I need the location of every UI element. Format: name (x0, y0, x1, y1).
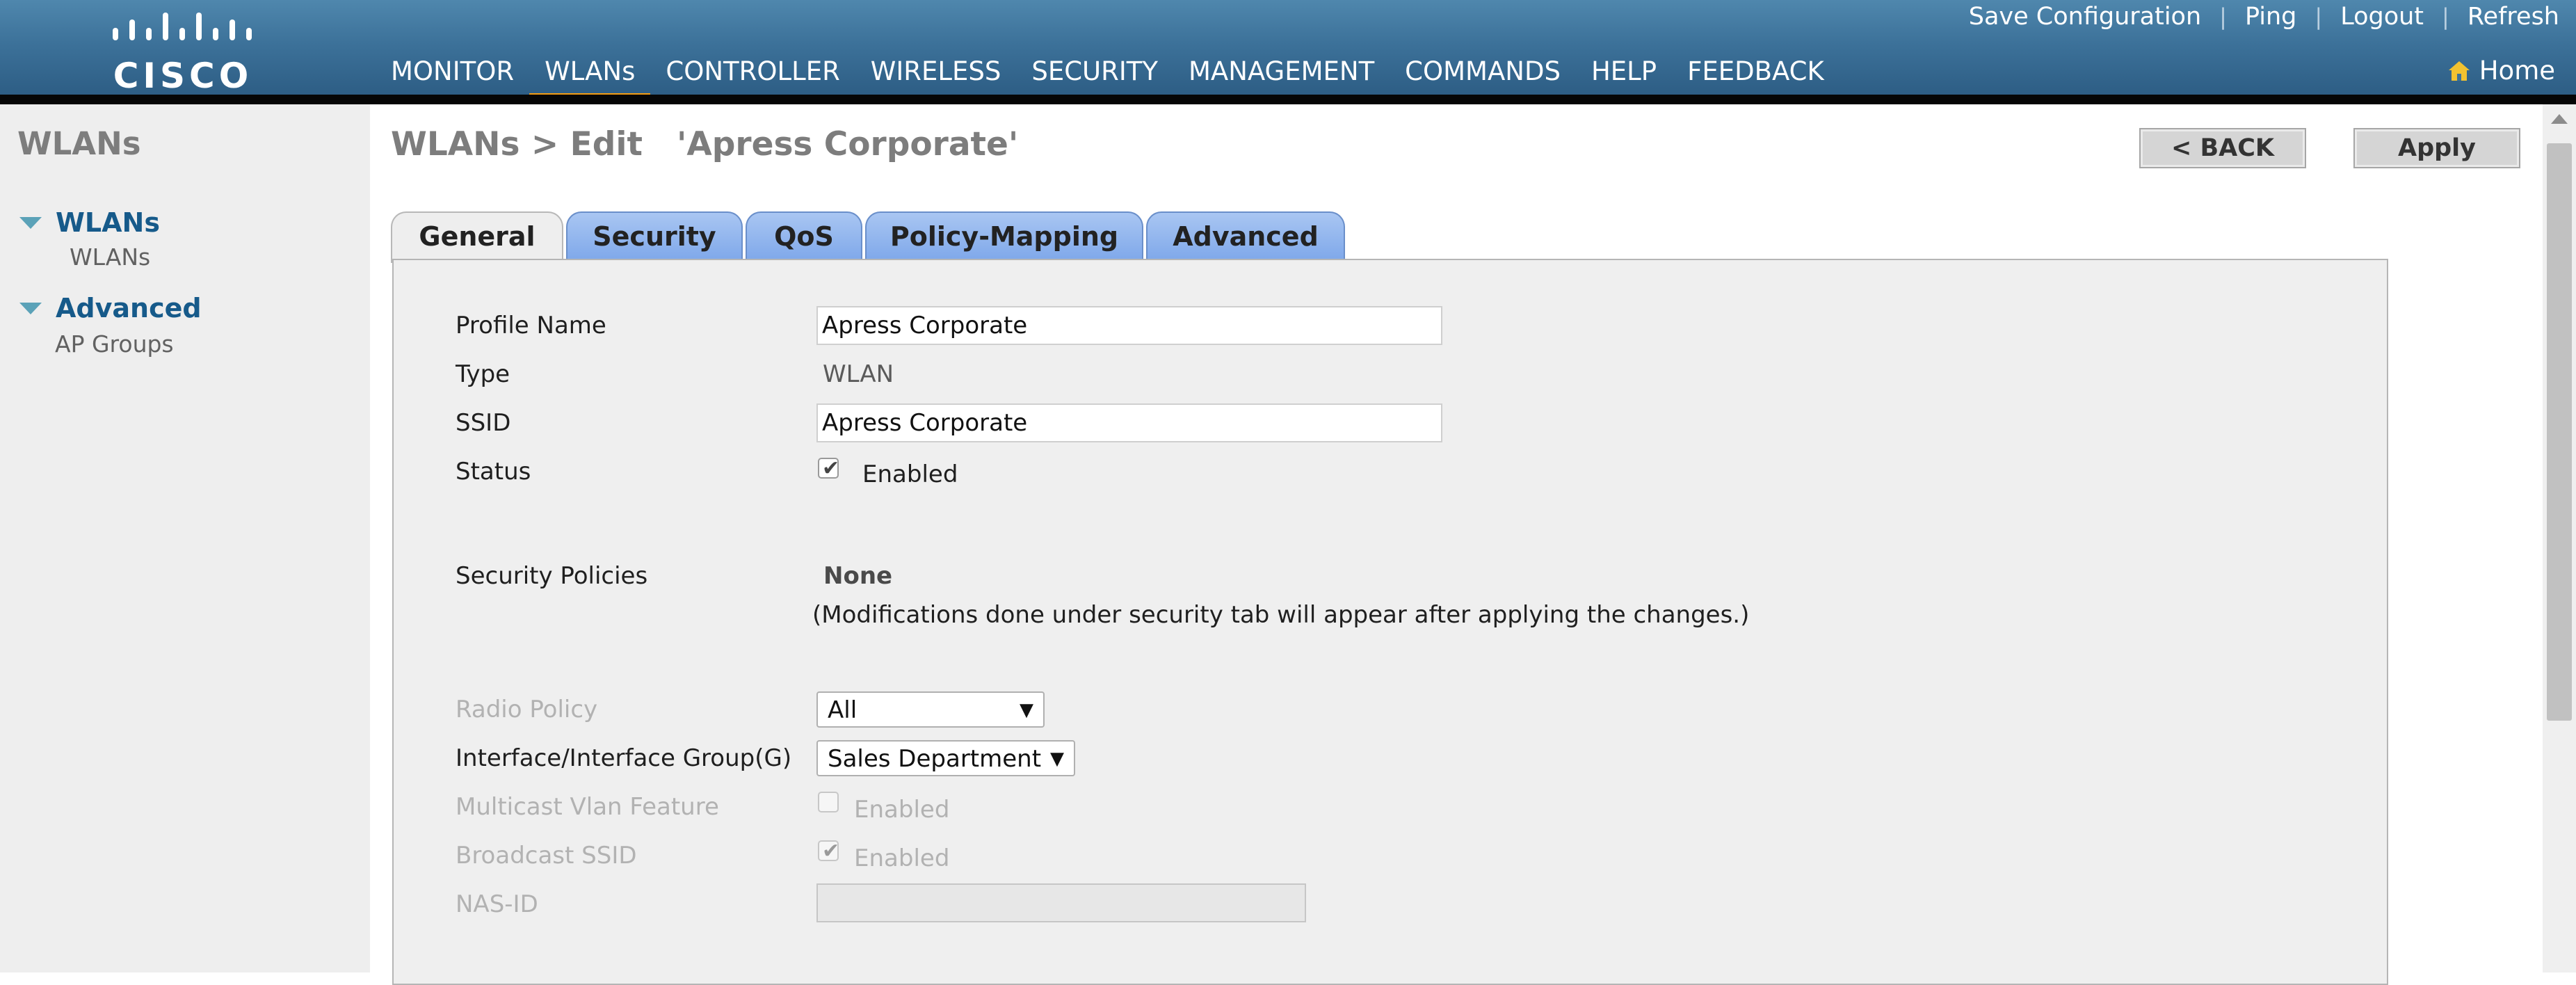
back-button[interactable]: < BACK (2139, 128, 2306, 168)
multicast-vlan-label: Multicast Vlan Feature (456, 793, 719, 821)
refresh-link[interactable]: Refresh (2468, 3, 2559, 31)
security-policies-note: (Modifications done under security tab w… (812, 601, 1750, 629)
home-label: Home (2479, 56, 2555, 86)
nav-help[interactable]: HELP (1576, 56, 1672, 95)
sidebar-title: WLANs (17, 125, 141, 162)
expand-triangle-icon (19, 216, 42, 229)
multicast-vlan-enabled-text: Enabled (854, 796, 950, 824)
tab-general[interactable]: General (391, 211, 563, 263)
nav-monitor[interactable]: MONITOR (376, 56, 529, 95)
logout-link[interactable]: Logout (2340, 3, 2424, 31)
profile-name-label: Profile Name (456, 312, 606, 339)
interface-group-value: Sales Department (828, 745, 1042, 773)
nav-commands[interactable]: COMMANDS (1390, 56, 1576, 95)
tab-qos[interactable]: QoS (746, 211, 862, 260)
nas-id-label: NAS-ID (456, 890, 538, 918)
nas-id-field (816, 883, 1306, 922)
sidebar-item-wlans[interactable]: WLANs (70, 243, 150, 271)
ssid-field[interactable] (816, 403, 1442, 442)
cisco-bars-icon (113, 13, 252, 40)
sidebar: WLANs WLANs WLANs Advanced AP Groups (0, 104, 370, 972)
interface-group-label: Interface/Interface Group(G) (456, 744, 792, 772)
security-policies-value: None (823, 562, 893, 590)
scroll-up-arrow-icon[interactable] (2551, 114, 2568, 124)
scroll-thumb[interactable] (2547, 143, 2572, 721)
separator: | (2219, 3, 2227, 30)
dropdown-arrow-icon: ▼ (1020, 700, 1033, 721)
header-divider (0, 95, 2576, 104)
broadcast-ssid-enabled-text: Enabled (854, 844, 950, 872)
check-icon: ✔ (822, 839, 840, 863)
tab-bar: General Security QoS Policy-Mapping Adva… (391, 211, 1348, 263)
cisco-logo: CISCO (110, 7, 256, 96)
home-icon (2448, 61, 2470, 81)
sidebar-group-advanced[interactable]: Advanced (19, 293, 202, 323)
radio-policy-value: All (828, 696, 858, 724)
radio-policy-select[interactable]: All ▼ (816, 691, 1045, 728)
status-checkbox[interactable]: ✔ (818, 456, 840, 481)
top-links: Save Configuration | Ping | Logout | Ref… (1969, 0, 2559, 33)
profile-name-field[interactable] (816, 306, 1442, 345)
ssid-label: SSID (456, 409, 511, 437)
save-configuration-link[interactable]: Save Configuration (1969, 3, 2201, 31)
separator: | (2315, 3, 2323, 30)
sidebar-group-label: WLANs (56, 207, 160, 238)
nav-wireless[interactable]: WIRELESS (855, 56, 1017, 95)
expand-triangle-icon (19, 302, 42, 314)
security-policies-label: Security Policies (456, 562, 648, 590)
tab-policy-mapping[interactable]: Policy-Mapping (865, 211, 1143, 260)
type-value: WLAN (823, 360, 894, 388)
broadcast-ssid-checkbox[interactable]: ✔ (818, 839, 840, 863)
ping-link[interactable]: Ping (2245, 3, 2296, 31)
nav-feedback[interactable]: FEEDBACK (1672, 56, 1840, 95)
top-header: CISCO MONITOR WLANs CONTROLLER WIRELESS … (0, 0, 2576, 103)
apply-button[interactable]: Apply (2353, 128, 2520, 168)
status-label: Status (456, 458, 531, 486)
home-link[interactable]: Home (2447, 56, 2555, 86)
nav-management[interactable]: MANAGEMENT (1173, 56, 1390, 95)
tab-advanced[interactable]: Advanced (1146, 211, 1345, 260)
nav-wlans[interactable]: WLANs (529, 56, 651, 103)
nav-security[interactable]: SECURITY (1016, 56, 1173, 95)
status-enabled-text: Enabled (862, 461, 958, 488)
broadcast-ssid-label: Broadcast SSID (456, 842, 637, 870)
separator: | (2442, 3, 2449, 30)
sidebar-group-wlans[interactable]: WLANs (19, 207, 160, 238)
multicast-vlan-checkbox[interactable] (818, 792, 839, 812)
nav-controller[interactable]: CONTROLLER (650, 56, 855, 95)
main-nav: MONITOR WLANs CONTROLLER WIRELESS SECURI… (376, 56, 1840, 103)
dropdown-arrow-icon: ▼ (1050, 748, 1064, 769)
check-icon: ✔ (822, 456, 840, 481)
interface-group-select[interactable]: Sales Department ▼ (816, 740, 1075, 776)
sidebar-group-label: Advanced (56, 293, 202, 323)
type-label: Type (456, 360, 510, 388)
sidebar-item-ap-groups[interactable]: AP Groups (55, 330, 174, 358)
vertical-scrollbar[interactable] (2543, 104, 2576, 972)
logo-text: CISCO (113, 56, 253, 96)
page-title: WLANs > Edit 'Apress Corporate' (391, 125, 1019, 163)
tab-security[interactable]: Security (566, 211, 743, 260)
radio-policy-label: Radio Policy (456, 696, 598, 723)
